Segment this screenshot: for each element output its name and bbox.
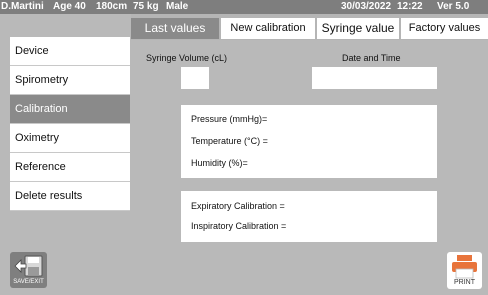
user-age: Age 40 <box>53 1 86 12</box>
save-exit-icon <box>14 255 43 277</box>
save-exit-button[interactable]: SAVE/EXIT <box>10 252 47 288</box>
expiratory-calibration-label: Expiratory Calibration = <box>191 201 285 211</box>
tab-factory-values[interactable]: Factory values <box>401 18 488 39</box>
save-exit-label: SAVE/EXIT <box>13 279 44 285</box>
status-bar: D.Martini Age 40 180cm 75 kg Male 30/03/… <box>0 0 488 14</box>
current-date: 30/03/2022 <box>341 1 392 12</box>
date-time-label: Date and Time <box>342 53 401 63</box>
software-version: Ver 5.0 <box>437 1 470 12</box>
sidebar-menu: Device Spirometry Calibration Oximetry R… <box>10 37 130 211</box>
user-sex: Male <box>166 1 189 12</box>
tab-new-calibration[interactable]: New calibration <box>221 18 315 39</box>
print-button[interactable]: PRINT <box>447 252 482 289</box>
current-time: 12:22 <box>397 1 423 12</box>
inspiratory-calibration-label: Inspiratory Calibration = <box>191 221 287 231</box>
humidity-label: Humidity (%)= <box>191 158 248 168</box>
tab-syringe-value[interactable]: Syringe value <box>317 18 399 39</box>
sidebar-item-spirometry[interactable]: Spirometry <box>10 66 130 95</box>
sidebar-item-delete-results[interactable]: Delete results <box>10 182 130 211</box>
print-label: PRINT <box>454 279 475 286</box>
sidebar-item-reference[interactable]: Reference <box>10 153 130 182</box>
syringe-volume-label: Syringe Volume (cL) <box>146 53 228 63</box>
user-name: D.Martini <box>1 1 44 12</box>
tab-bar: Last values New calibration Syringe valu… <box>131 18 488 39</box>
main-content: Syringe Volume (cL) Date and Time Pressu… <box>131 40 488 295</box>
temperature-label: Temperature (°C) = <box>191 136 268 146</box>
sidebar-item-calibration[interactable]: Calibration <box>10 95 130 124</box>
user-weight: 75 kg <box>133 1 159 12</box>
sidebar-item-oximetry[interactable]: Oximetry <box>10 124 130 153</box>
date-time-field <box>312 67 437 89</box>
calibration-panel: Expiratory Calibration = Inspiratory Cal… <box>181 191 437 242</box>
syringe-volume-field <box>181 67 209 89</box>
tab-last-values[interactable]: Last values <box>131 18 219 39</box>
printer-icon <box>452 255 477 279</box>
conditions-panel: Pressure (mmHg)= Temperature (°C) = Humi… <box>181 105 437 178</box>
user-height: 180cm <box>96 1 128 12</box>
sidebar-item-device[interactable]: Device <box>10 37 130 66</box>
pressure-label: Pressure (mmHg)= <box>191 114 268 124</box>
